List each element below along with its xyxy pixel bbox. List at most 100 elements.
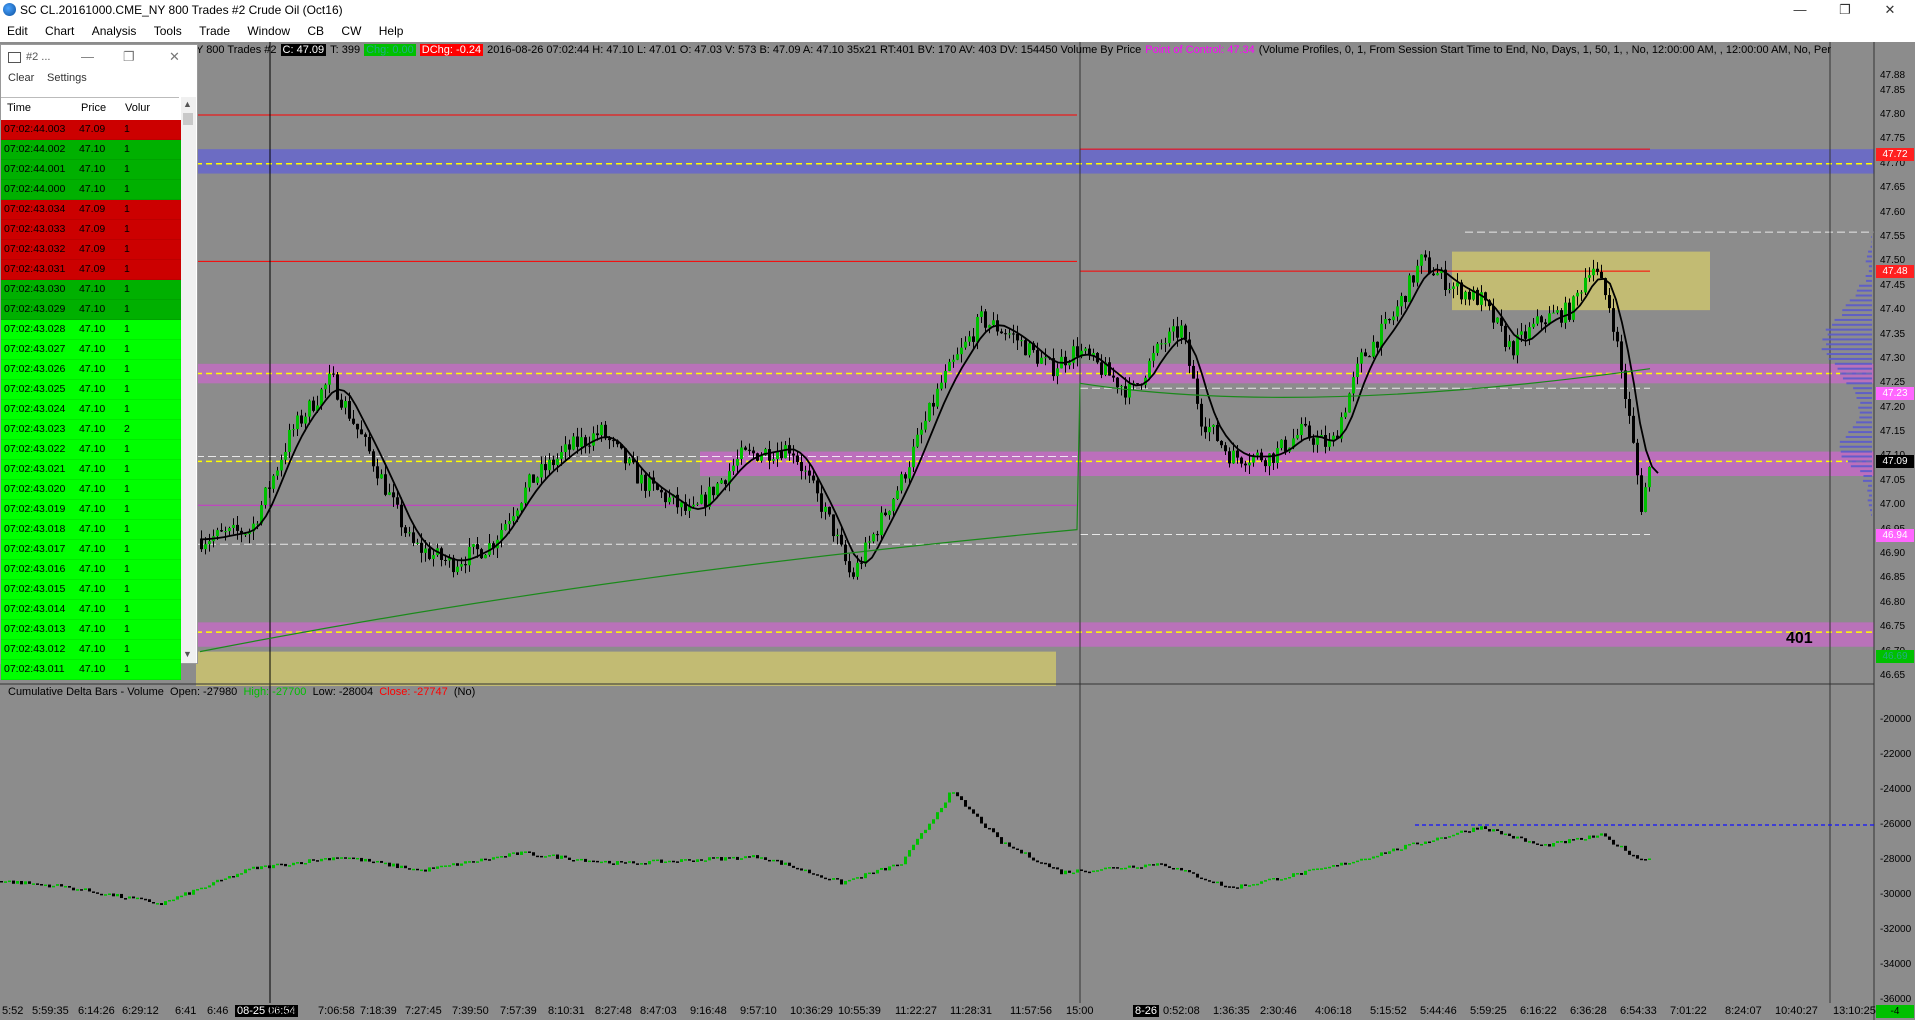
price-chart[interactable]	[0, 42, 1915, 1020]
candle-body	[736, 458, 739, 466]
clear-button[interactable]: Clear	[8, 72, 34, 84]
menu-trade[interactable]: Trade	[192, 21, 237, 38]
delta-bar	[1564, 840, 1567, 844]
delta-bar	[712, 857, 715, 859]
delta-bar	[932, 819, 935, 824]
ts-row[interactable]: 07:02:43.027 47.10 1	[1, 340, 181, 360]
candle-body	[1232, 450, 1235, 464]
ts-row[interactable]: 07:02:43.030 47.10 1	[1, 280, 181, 300]
ts-cell-time: 07:02:43.014	[4, 603, 66, 615]
ts-row[interactable]: 07:02:43.020 47.10 1	[1, 480, 181, 500]
menu-window[interactable]: Window	[240, 21, 297, 38]
ts-row[interactable]: 07:02:43.031 47.09 1	[1, 260, 181, 280]
ts-row[interactable]: 07:02:43.018 47.10 1	[1, 520, 181, 540]
ts-row[interactable]: 07:02:43.024 47.10 1	[1, 400, 181, 420]
ts-maximize-button[interactable]: ❐	[123, 49, 135, 65]
ts-row[interactable]: 07:02:43.032 47.09 1	[1, 240, 181, 260]
ts-row[interactable]: 07:02:43.011 47.10 1	[1, 660, 181, 680]
delta-bar	[304, 862, 307, 865]
col-price-header[interactable]: Price	[81, 102, 106, 114]
ts-scrollbar[interactable]: ▲ ▼	[181, 97, 196, 663]
candle-body	[556, 458, 559, 466]
candle-body	[1648, 466, 1651, 488]
candle-body	[344, 401, 347, 408]
ts-row[interactable]: 07:02:43.034 47.09 1	[1, 200, 181, 220]
delta-bar	[64, 885, 67, 888]
candle-body	[924, 420, 927, 430]
delta-bar	[756, 855, 759, 859]
menu-cw[interactable]: CW	[334, 21, 368, 38]
ts-row[interactable]: 07:02:43.021 47.10 1	[1, 460, 181, 480]
candle-body	[1036, 350, 1039, 364]
col-volume-header[interactable]: Volur	[125, 102, 150, 114]
menu-chart[interactable]: Chart	[38, 21, 81, 38]
candle-body	[668, 497, 671, 503]
scroll-thumb[interactable]	[183, 113, 193, 125]
candle-body	[220, 530, 223, 532]
col-time-header[interactable]: Time	[7, 102, 31, 114]
delta-tick-label: -30000	[1880, 889, 1912, 900]
delta-bar	[520, 851, 523, 855]
settings-button[interactable]: Settings	[47, 72, 87, 84]
delta-bar	[464, 861, 467, 864]
menu-help[interactable]: Help	[372, 21, 411, 38]
delta-bar	[1012, 846, 1015, 849]
ts-cell-price: 47.09	[79, 223, 106, 235]
delta-bar	[1420, 843, 1423, 846]
ts-row[interactable]: 07:02:43.023 47.10 2	[1, 420, 181, 440]
ts-row[interactable]: 07:02:43.017 47.10 1	[1, 540, 181, 560]
close-button[interactable]: ✕	[1875, 2, 1905, 18]
delta-bar	[528, 851, 531, 853]
delta-bar	[448, 865, 451, 867]
scroll-up-icon[interactable]: ▲	[183, 99, 192, 109]
ts-row[interactable]: 07:02:43.014 47.10 1	[1, 600, 181, 620]
ts-row[interactable]: 07:02:43.028 47.10 1	[1, 320, 181, 340]
candle-body	[920, 429, 923, 435]
ts-row[interactable]: 07:02:44.002 47.10 1	[1, 140, 181, 160]
ts-row[interactable]: 07:02:43.015 47.10 1	[1, 580, 181, 600]
delta-bar	[16, 880, 19, 884]
maximize-button[interactable]: ❐	[1830, 2, 1860, 18]
delta-bar	[1200, 877, 1203, 880]
menu-cb[interactable]: CB	[300, 21, 331, 38]
ts-row[interactable]: 07:02:44.003 47.09 1	[1, 120, 181, 140]
delta-bar	[1432, 840, 1435, 842]
delta-bar	[1648, 858, 1651, 860]
ts-row[interactable]: 07:02:43.019 47.10 1	[1, 500, 181, 520]
delta-bar	[496, 856, 499, 859]
chart-info-bar: Y 800 Trades #2 C: 47.09 T: 399 Chg: 0.00 DC…	[196, 44, 1835, 60]
ts-close-button[interactable]: ✕	[169, 49, 180, 65]
candle-body	[876, 534, 879, 536]
candle-body	[1620, 341, 1623, 371]
menu-tools[interactable]: Tools	[147, 21, 189, 38]
price-tick-label: 47.30	[1880, 352, 1906, 364]
delta-bar	[1156, 863, 1159, 866]
delta-bar	[480, 858, 483, 862]
ts-minimize-button[interactable]: —	[81, 49, 94, 64]
ts-row[interactable]: 07:02:43.022 47.10 1	[1, 440, 181, 460]
candle-body	[308, 400, 311, 417]
candle-body	[792, 453, 795, 456]
scroll-down-icon[interactable]: ▼	[183, 649, 192, 659]
delta-bar	[372, 861, 375, 864]
delta-bar	[456, 863, 459, 866]
menu-edit[interactable]: Edit	[0, 21, 35, 38]
delta-axis-tag: -4	[1876, 1005, 1914, 1018]
delta-bar	[256, 866, 259, 870]
ts-row[interactable]: 07:02:43.025 47.10 1	[1, 380, 181, 400]
ts-row[interactable]: 07:02:43.012 47.10 1	[1, 640, 181, 660]
minimize-button[interactable]: —	[1785, 2, 1815, 18]
delta-bar	[1508, 833, 1511, 836]
ts-row[interactable]: 07:02:43.029 47.10 1	[1, 300, 181, 320]
menu-analysis[interactable]: Analysis	[85, 21, 144, 38]
ts-row[interactable]: 07:02:43.013 47.10 1	[1, 620, 181, 640]
candle-body	[392, 492, 395, 498]
ts-row[interactable]: 07:02:43.026 47.10 1	[1, 360, 181, 380]
ts-row[interactable]: 07:02:44.001 47.10 1	[1, 160, 181, 180]
ts-row[interactable]: 07:02:43.016 47.10 1	[1, 560, 181, 580]
candle-body	[1280, 439, 1283, 449]
ts-row[interactable]: 07:02:43.033 47.09 1	[1, 220, 181, 240]
delta-bar	[952, 792, 955, 794]
ts-row[interactable]: 07:02:44.000 47.10 1	[1, 180, 181, 200]
time-tick-label: 5:15:52	[1370, 1005, 1407, 1017]
